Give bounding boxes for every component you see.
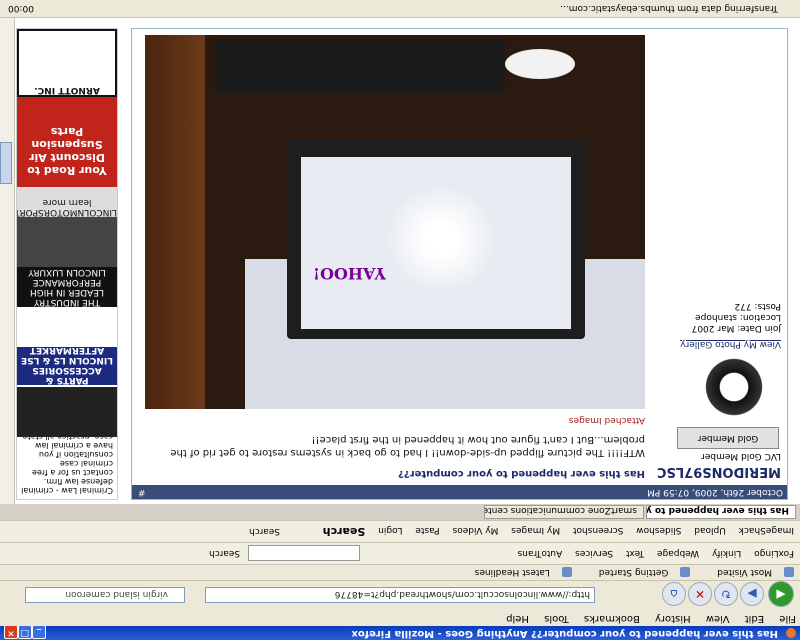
username[interactable]: MERIDONS97LSC	[657, 464, 781, 479]
vertical-scrollbar[interactable]	[0, 18, 15, 504]
ad-criminal-law[interactable]: Criminal Law - criminal defense law firm…	[17, 414, 117, 499]
toolbar-login[interactable]: Login	[378, 525, 402, 535]
tab-smartzone[interactable]: smartZone communications center: In...	[484, 505, 644, 519]
ad-column: Criminal Law - criminal defense law firm…	[16, 28, 118, 500]
browser-screen: Has this ever happened to your computer?…	[0, 0, 800, 640]
photo-monitor-screen: YAHOO!	[301, 157, 571, 329]
search-input[interactable]: virgin island cameroon	[25, 587, 185, 603]
avatar	[699, 357, 769, 417]
toolbar-screenshot[interactable]: Screenshot	[573, 525, 623, 535]
maximize-button[interactable]: □	[18, 625, 32, 639]
toolbar-text[interactable]: Text	[626, 548, 644, 558]
foxlingo-toolbar: FoxLingo Linkify Webpage Text Services A…	[0, 542, 800, 564]
window-title: Has this ever happened to your computer?…	[351, 628, 778, 639]
photo-monitor: YAHOO!	[287, 139, 585, 339]
forward-button[interactable]: ▶	[740, 582, 764, 606]
post-number[interactable]: #	[138, 485, 146, 499]
bookmark-icon	[680, 567, 691, 578]
member-badge: Gold Member	[677, 427, 779, 449]
reload-button[interactable]: ↻	[714, 582, 738, 606]
menu-file[interactable]: File	[779, 613, 796, 624]
post-count: Posts: 772	[734, 301, 781, 311]
photo-glare	[381, 189, 501, 289]
menu-tools[interactable]: Tools	[544, 613, 569, 624]
title-bar: Has this ever happened to your computer?…	[0, 625, 800, 640]
photo-keyboard	[215, 39, 505, 93]
post-header: October 26th, 2009, 07:59 PM #	[132, 485, 787, 499]
tab-bar: Has this ever happened to your ... smart…	[0, 504, 800, 520]
status-bar: Transferring data from thumbs.ebaystatic…	[0, 0, 800, 18]
menu-bookmarks[interactable]: Bookmarks	[584, 613, 640, 624]
forum-post: October 26th, 2009, 07:59 PM # MERIDONS9…	[131, 28, 788, 500]
ad-discount-air-suspension[interactable]: Your Road to Discount Air Suspension Par…	[17, 97, 117, 187]
ad-car-photo-1[interactable]	[17, 387, 117, 437]
post-title: Has this ever happened to your computer?…	[398, 468, 645, 479]
join-date: Join Date: Mar 2007	[691, 323, 781, 333]
navigation-bar: ◀ ▶ ↻ ✕ ⌂ http://www.lincolnsoccult.com/…	[0, 580, 800, 610]
user-title: LVC Gold Member	[701, 451, 781, 461]
toolbar-services[interactable]: Services	[575, 548, 613, 558]
ad-car-photo-2[interactable]	[17, 217, 117, 267]
scrollbar-thumb[interactable]	[0, 142, 12, 184]
photo-wood-cabinet	[145, 35, 205, 409]
toolbar-linkify[interactable]: Linkify	[712, 548, 741, 558]
toolbar-my-videos[interactable]: My Videos	[453, 525, 499, 535]
menu-help[interactable]: Help	[506, 613, 529, 624]
toolbar-small-search[interactable]: Search	[249, 520, 280, 542]
status-text: Transferring data from thumbs.ebaystatic…	[560, 3, 778, 13]
url-input[interactable]: http://www.lincolnsoccult.com/showthread…	[205, 587, 595, 603]
yahoo-logo: YAHOO!	[313, 264, 386, 283]
post-body: WTF!!!! The picture flipped up-side-down…	[170, 434, 645, 458]
ad-lincolnmotorsport[interactable]: LINCOLNMOTORSPORT learn more	[16, 187, 117, 217]
status-timer: 00:00	[8, 3, 34, 13]
tab-current[interactable]: Has this ever happened to your ...	[646, 505, 796, 519]
menu-edit[interactable]: Edit	[745, 613, 764, 624]
toolbar-upload[interactable]: Upload	[694, 525, 726, 535]
menu-bar: File Edit View History Bookmarks Tools H…	[0, 610, 800, 626]
bookmark-getting-started[interactable]: Getting Started	[587, 567, 691, 578]
toolbar-my-images[interactable]: My Images	[511, 525, 560, 535]
stop-button[interactable]: ✕	[688, 582, 712, 606]
close-button[interactable]: ×	[4, 625, 18, 639]
toolbar-foxlingo[interactable]: FoxLingo	[754, 548, 794, 558]
location: Location: stanhope	[695, 312, 781, 322]
toolbar-slideshow[interactable]: Slideshow	[636, 525, 681, 535]
ad-arnott[interactable]: ARNOTT INC.	[17, 29, 117, 97]
photo-gallery-link[interactable]: View My Photo Gallery	[680, 339, 781, 349]
ad-lincoln-aftermarket[interactable]: PARTS & ACCESSORIES LINCOLN LS & LSE AFT…	[17, 345, 117, 385]
toolbar-search-button[interactable]: Search	[209, 542, 240, 564]
menu-history[interactable]: History	[655, 613, 691, 624]
ad-sss-logo[interactable]	[17, 307, 117, 347]
imageshack-toolbar: ImageShack Upload Slideshow Screenshot M…	[0, 520, 800, 542]
rss-icon	[561, 567, 572, 578]
ad-industry-leader[interactable]: THE INDUSTRY LEADER IN HIGH PERFORMANCE …	[17, 267, 117, 307]
bookmarks-bar: Most Visited Getting Started Latest Head…	[0, 564, 800, 580]
toolbar-paste[interactable]: Paste	[415, 525, 439, 535]
bookmark-most-visited[interactable]: Most Visited	[705, 567, 794, 578]
home-button[interactable]: ⌂	[662, 582, 686, 606]
toolbar-big-search[interactable]: Search	[323, 525, 366, 538]
page-content: October 26th, 2009, 07:59 PM # MERIDONS9…	[0, 18, 800, 504]
bookmark-icon	[784, 567, 794, 578]
toolbar-imageshack[interactable]: ImageShack	[739, 525, 794, 535]
toolbar-webpage[interactable]: Webpage	[657, 548, 699, 558]
post-date: October 26th, 2009, 07:59 PM	[647, 487, 783, 497]
toolbar-search-input[interactable]	[248, 545, 360, 561]
firefox-icon	[786, 628, 796, 638]
minimize-button[interactable]: _	[32, 625, 46, 639]
back-button[interactable]: ◀	[768, 581, 794, 607]
toolbar-autotrans[interactable]: AutoTrans	[518, 548, 563, 558]
bookmark-latest-headlines[interactable]: Latest Headlines	[463, 567, 572, 578]
photo-lamp	[505, 49, 575, 79]
attached-photo[interactable]: YAHOO!	[145, 35, 645, 409]
learn-more-button[interactable]: learn more	[17, 197, 117, 207]
menu-view[interactable]: View	[706, 613, 730, 624]
user-info: MERIDONS97LSC LVC Gold Member Gold Membe…	[655, 35, 787, 485]
attached-images-label: Attached Images	[568, 415, 645, 425]
